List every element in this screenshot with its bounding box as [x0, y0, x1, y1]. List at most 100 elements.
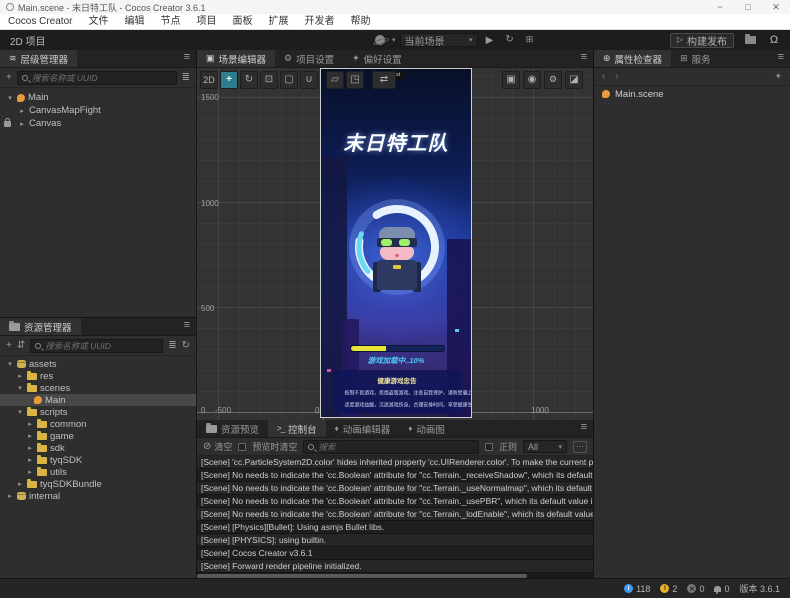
tab-assets[interactable]: 资源管理器 — [0, 318, 81, 335]
platform-globe-icon[interactable] — [372, 32, 388, 48]
asset-row-internal[interactable]: internal — [0, 490, 196, 502]
menu-help[interactable]: 帮助 — [342, 14, 378, 30]
caret-closed-icon[interactable] — [18, 107, 26, 115]
assets-menu-icon[interactable] — [184, 320, 190, 331]
tab-project-settings[interactable]: 项目设置 — [275, 50, 343, 67]
open-folder-icon[interactable] — [742, 32, 758, 48]
build-publish-button[interactable]: 构建发布 — [670, 33, 734, 48]
menu-extension[interactable]: 扩展 — [260, 14, 296, 30]
assets-list-view-icon[interactable]: ≣ — [168, 340, 176, 351]
log-row[interactable]: [Scene] No needs to indicate the 'cc.Boo… — [197, 495, 593, 508]
tab-animation-editor[interactable]: 动画编辑器 — [326, 420, 400, 437]
rotate-tool-button[interactable] — [240, 71, 258, 89]
play-button[interactable]: ▶ — [482, 32, 498, 48]
log-row[interactable]: [Scene] No needs to indicate the 'cc.Boo… — [197, 482, 593, 495]
hierarchy-node-canvas[interactable]: Canvas — [0, 117, 196, 130]
debug-grid-icon[interactable] — [522, 32, 538, 48]
camera-settings-button[interactable] — [523, 71, 541, 89]
log-row[interactable]: [Scene] No needs to indicate the 'cc.Boo… — [197, 469, 593, 482]
asset-row-scenes[interactable]: scenes — [0, 382, 196, 394]
support-headset-icon[interactable] — [766, 32, 782, 48]
caret-closed-icon[interactable] — [18, 120, 26, 128]
inspector-menu-icon[interactable] — [778, 52, 784, 63]
current-scene-dropdown[interactable]: 当前场景 ▾ — [400, 33, 478, 47]
asset-row-utils[interactable]: utils — [0, 466, 196, 478]
menu-file[interactable]: 文件 — [80, 14, 116, 30]
view-1to1-button[interactable] — [502, 71, 520, 89]
display-settings-button[interactable] — [565, 71, 583, 89]
console-clear-button[interactable]: 清空 — [203, 440, 232, 453]
log-row[interactable]: [Scene] No needs to indicate the 'cc.Boo… — [197, 508, 593, 521]
inspector-scene-item[interactable]: Main.scene — [594, 86, 790, 102]
history-forward-button[interactable]: › — [615, 71, 618, 82]
asset-row-game[interactable]: game — [0, 430, 196, 442]
tab-animation-graph[interactable]: 动画图 — [399, 420, 454, 437]
assets-search[interactable] — [30, 339, 163, 353]
close-button[interactable]: ✕ — [762, 0, 790, 14]
asset-row-sdk[interactable]: sdk — [0, 442, 196, 454]
log-filter-dropdown[interactable]: All ▾ — [523, 440, 567, 453]
console-log-list[interactable]: [Scene] 'cc.ParticleSystem2D.color' hide… — [197, 456, 593, 578]
warning-counter[interactable]: ! 2 — [660, 584, 677, 594]
hierarchy-node-canvasmapfight[interactable]: CanvasMapFight — [0, 104, 196, 117]
assets-sort-button[interactable]: ⇵ — [17, 340, 25, 351]
asset-row-tyqsdkbundle[interactable]: tyqSDKBundle — [0, 478, 196, 490]
log-row[interactable]: [Scene] [PHYSICS]: using builtin. — [197, 534, 593, 547]
tab-services[interactable]: 服务 — [671, 50, 720, 67]
log-row[interactable]: [Scene] Cocos Creator v3.6.1 — [197, 547, 593, 560]
coordinate-button[interactable] — [346, 71, 364, 89]
tab-asset-preview[interactable]: 资源预览 — [197, 420, 268, 437]
tab-preferences[interactable]: 偏好设置 — [343, 50, 411, 67]
assets-search-input[interactable] — [45, 341, 158, 351]
hierarchy-node-main[interactable]: Main — [0, 91, 196, 104]
maximize-button[interactable]: □ — [734, 0, 762, 14]
menu-panel[interactable]: 面板 — [224, 14, 260, 30]
log-row[interactable]: [Scene] [Physics][Bullet]: Using asmjs B… — [197, 521, 593, 534]
asset-row-tyqsdk[interactable]: tyqSDK — [0, 454, 196, 466]
caret-open-icon[interactable] — [6, 94, 14, 102]
regex-checkbox[interactable] — [485, 443, 493, 451]
scale-tool-button[interactable] — [260, 71, 278, 89]
hierarchy-search[interactable] — [17, 71, 177, 85]
error-counter[interactable]: ✕ 0 — [687, 584, 704, 594]
log-row[interactable]: [Scene] 'cc.ParticleSystem2D.color' hide… — [197, 456, 593, 469]
hierarchy-add-button[interactable]: + — [6, 72, 12, 83]
history-back-button[interactable]: ‹ — [602, 71, 605, 82]
menu-developer[interactable]: 开发者 — [296, 14, 342, 30]
asset-row-assets[interactable]: assets — [0, 358, 196, 370]
menu-node[interactable]: 节点 — [152, 14, 188, 30]
notification-counter[interactable]: 0 — [714, 584, 729, 594]
move-tool-button[interactable] — [220, 71, 238, 89]
rect-tool-button[interactable] — [280, 71, 298, 89]
pivot-button[interactable] — [326, 71, 344, 89]
hierarchy-filter-icon[interactable]: ≣ — [182, 72, 190, 83]
tab-console[interactable]: 控制台 — [268, 420, 326, 437]
collapse-messages-button[interactable]: ⋯ — [573, 441, 587, 453]
hierarchy-menu-icon[interactable] — [184, 52, 190, 63]
menu-project[interactable]: 项目 — [188, 14, 224, 30]
menu-edit[interactable]: 编辑 — [116, 14, 152, 30]
game-canvas-preview[interactable]: test 末日特工队 — [320, 68, 472, 418]
asset-row-common[interactable]: common — [0, 418, 196, 430]
tab-inspector[interactable]: 属性检查器 — [594, 50, 671, 67]
reload-button[interactable] — [502, 32, 518, 48]
gizmo-tool-button[interactable] — [300, 71, 318, 89]
tab-scene-editor[interactable]: 场景编辑器 — [197, 50, 275, 67]
toggle-2d-button[interactable]: 2D — [200, 71, 218, 89]
console-search-input[interactable] — [318, 442, 474, 452]
snap-split-button[interactable] — [372, 71, 396, 89]
scene-viewport[interactable]: 1500 1000 500 0 -500 0 500 1000 2D — [197, 68, 593, 420]
assets-add-button[interactable]: + — [6, 340, 12, 351]
minimize-button[interactable]: − — [706, 0, 734, 14]
menu-cocos-creator[interactable]: Cocos Creator — [0, 14, 80, 30]
info-counter[interactable]: i 118 — [624, 584, 650, 594]
lock-icon[interactable] — [4, 121, 11, 127]
console-search[interactable] — [303, 440, 479, 454]
asset-row-scripts[interactable]: scripts — [0, 406, 196, 418]
hierarchy-search-input[interactable] — [32, 73, 172, 83]
asset-row-res[interactable]: res — [0, 370, 196, 382]
pin-icon[interactable]: ✦ — [774, 71, 782, 82]
assets-refresh-icon[interactable] — [182, 340, 190, 351]
platform-dropdown-chevron-icon[interactable]: ▾ — [392, 36, 396, 44]
clear-on-preview-checkbox[interactable] — [238, 443, 246, 451]
